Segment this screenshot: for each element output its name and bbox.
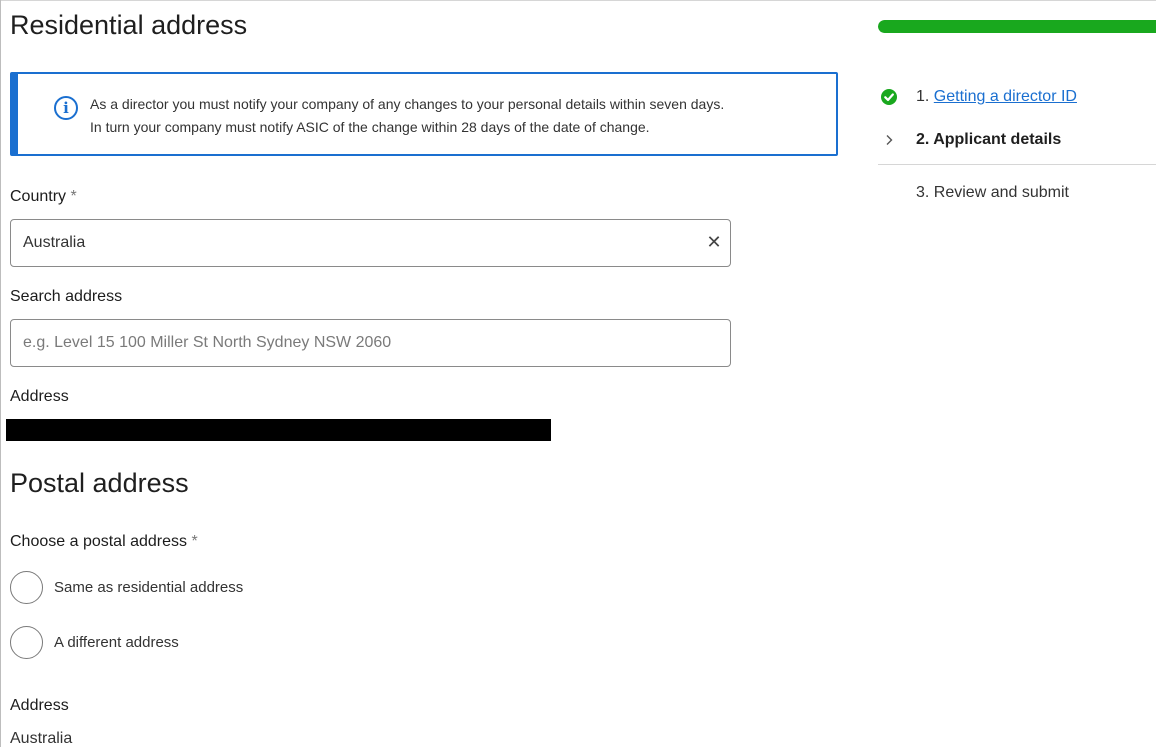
postal-address-heading: Postal address: [10, 468, 189, 498]
residential-address-heading: Residential address: [10, 10, 248, 40]
country-label-text: Country: [10, 188, 67, 205]
search-address-input[interactable]: [10, 319, 731, 367]
info-notice: i As a director you must notify your com…: [10, 72, 838, 156]
radio-button[interactable]: [10, 626, 43, 659]
close-icon: ✕: [706, 232, 722, 252]
country-input[interactable]: [10, 219, 731, 267]
info-notice-line-1: As a director you must notify your compa…: [90, 96, 725, 112]
choose-postal-label-text: Choose a postal address: [10, 533, 187, 550]
step-getting-director-id: 1. Getting a director ID: [870, 80, 1156, 114]
getting-director-id-link[interactable]: Getting a director ID: [934, 88, 1077, 105]
chevron-right-icon: [874, 130, 904, 150]
residential-address-label: Address: [10, 388, 69, 405]
step-number: 2.: [916, 131, 930, 148]
step-review-and-submit: 3. Review and submit: [870, 176, 1156, 210]
choose-postal-label: Choose a postal address *: [10, 533, 198, 551]
radio-option-same-as-residential[interactable]: Same as residential address: [10, 571, 243, 604]
radio-label[interactable]: A different address: [54, 634, 179, 651]
step-title: Applicant details: [933, 131, 1062, 148]
info-notice-text: As a director you must notify your compa…: [90, 93, 724, 139]
step-label: 1. Getting a director ID: [916, 88, 1077, 106]
step-number: 3.: [916, 184, 930, 201]
country-label: Country *: [10, 188, 77, 206]
redacted-address-value: [6, 419, 551, 441]
step-blank-icon: [874, 183, 904, 203]
clear-country-button[interactable]: ✕: [704, 232, 724, 252]
radio-button[interactable]: [10, 571, 43, 604]
check-circle-icon: [874, 87, 904, 107]
required-asterisk: *: [191, 533, 198, 550]
step-divider: [878, 164, 1156, 165]
step-applicant-details: 2. Applicant details: [870, 123, 1156, 157]
radio-option-different-address[interactable]: A different address: [10, 626, 179, 659]
postal-address-value: Australia: [10, 730, 73, 747]
progress-bar: [878, 20, 1156, 33]
window-left-border: [0, 0, 1, 747]
main-form: Residential address i As a director you …: [6, 0, 840, 747]
step-number: 1.: [916, 88, 930, 105]
info-notice-line-2: In turn your company must notify ASIC of…: [90, 119, 650, 135]
step-label: 3. Review and submit: [916, 184, 1069, 202]
radio-label[interactable]: Same as residential address: [54, 579, 243, 596]
search-address-label: Search address: [10, 288, 123, 305]
postal-address-label: Address: [10, 697, 69, 714]
step-title: Review and submit: [933, 184, 1069, 201]
step-label: 2. Applicant details: [916, 131, 1061, 149]
progress-sidebar: 1. Getting a director ID 2. Applicant de…: [870, 0, 1156, 747]
info-icon: i: [54, 96, 78, 120]
progress-bar-fill: [878, 20, 1156, 33]
required-asterisk: *: [70, 188, 77, 205]
